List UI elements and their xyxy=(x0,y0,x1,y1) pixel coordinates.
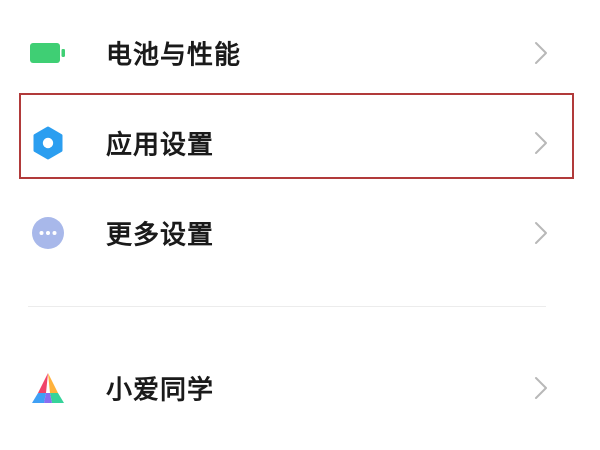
settings-item-label: 应用设置 xyxy=(106,130,215,161)
settings-item-label: 电池与性能 xyxy=(106,40,242,71)
settings-item-xiaoai[interactable]: 小爱同学 xyxy=(0,352,600,424)
more-dots-icon xyxy=(28,213,68,253)
settings-item-app-settings[interactable]: 应用设置 xyxy=(0,107,600,179)
settings-item-battery-performance[interactable]: 电池与性能 xyxy=(0,17,600,89)
settings-item-more-settings[interactable]: 更多设置 xyxy=(0,197,600,269)
battery-icon xyxy=(28,33,68,73)
gear-icon xyxy=(28,123,68,163)
chevron-right-icon xyxy=(534,41,548,65)
settings-item-label: 更多设置 xyxy=(106,220,215,251)
chevron-right-icon xyxy=(534,221,548,245)
xiaoai-icon xyxy=(28,368,68,408)
chevron-right-icon xyxy=(534,131,548,155)
settings-item-label: 小爱同学 xyxy=(106,375,215,406)
settings-page: 电池与性能 应用设置 更多设置 小爱同学 xyxy=(0,0,600,450)
chevron-right-icon xyxy=(534,376,548,400)
section-divider xyxy=(28,306,546,307)
